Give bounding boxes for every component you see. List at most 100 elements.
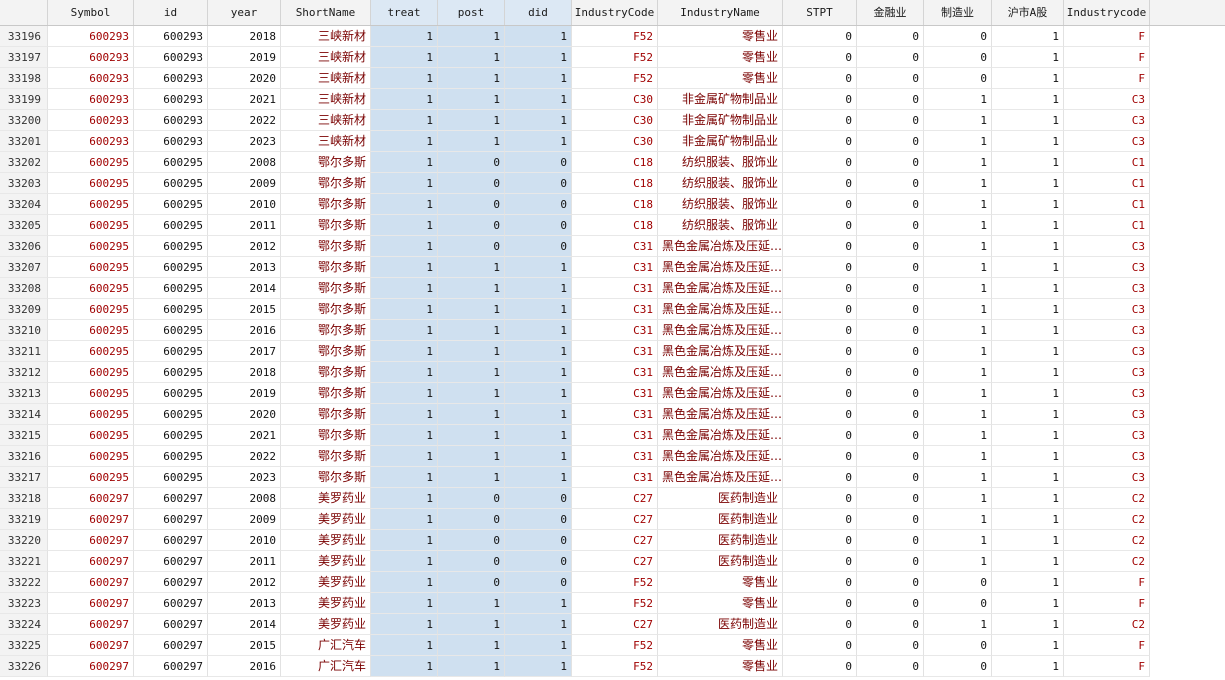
cell-industrycode2[interactable]: C1 (1064, 194, 1150, 215)
table-row[interactable]: 33215 600295 600295 2021 鄂尔多斯 1 1 1 C31 黑色金属冶炼及压延… (0, 425, 1225, 446)
cell-finance[interactable]: 0 (857, 215, 924, 236)
cell-manufacturing[interactable]: 1 (924, 131, 992, 152)
cell-symbol[interactable]: 600297 (48, 572, 134, 593)
cell-sh-a-share[interactable]: 1 (992, 551, 1064, 572)
row-number[interactable]: 33219 (0, 509, 48, 530)
table-row[interactable]: 33210 600295 600295 2016 鄂尔多斯 1 1 1 C31 黑色金属冶炼及压延… (0, 320, 1225, 341)
col-header-finance[interactable]: 金融业 (857, 0, 924, 25)
cell-id[interactable]: 600295 (134, 467, 208, 488)
cell-did[interactable]: 0 (505, 194, 572, 215)
row-number[interactable]: 33223 (0, 593, 48, 614)
cell-sh-a-share[interactable]: 1 (992, 656, 1064, 677)
cell-symbol[interactable]: 600295 (48, 425, 134, 446)
cell-sh-a-share[interactable]: 1 (992, 152, 1064, 173)
col-header-treat[interactable]: treat (371, 0, 438, 25)
cell-treat[interactable]: 1 (371, 173, 438, 194)
row-number[interactable]: 33216 (0, 446, 48, 467)
col-header-industrycode[interactable]: IndustryCode (572, 0, 658, 25)
cell-industrycode[interactable]: C18 (572, 215, 658, 236)
cell-treat[interactable]: 1 (371, 68, 438, 89)
cell-year[interactable]: 2019 (208, 383, 281, 404)
cell-year[interactable]: 2023 (208, 131, 281, 152)
row-number[interactable]: 33215 (0, 425, 48, 446)
cell-industrycode[interactable]: C31 (572, 467, 658, 488)
cell-id[interactable]: 600293 (134, 68, 208, 89)
row-number[interactable]: 33218 (0, 488, 48, 509)
cell-manufacturing[interactable]: 1 (924, 173, 992, 194)
row-number[interactable]: 33225 (0, 635, 48, 656)
cell-sh-a-share[interactable]: 1 (992, 614, 1064, 635)
cell-sh-a-share[interactable]: 1 (992, 320, 1064, 341)
table-row[interactable]: 33217 600295 600295 2023 鄂尔多斯 1 1 1 C31 黑色金属冶炼及压延… (0, 467, 1225, 488)
cell-industryname[interactable]: 零售业 (658, 635, 783, 656)
cell-sh-a-share[interactable]: 1 (992, 110, 1064, 131)
cell-stpt[interactable]: 0 (783, 551, 857, 572)
row-number[interactable]: 33202 (0, 152, 48, 173)
cell-year[interactable]: 2010 (208, 530, 281, 551)
cell-industryname[interactable]: 纺织服装、服饰业 (658, 215, 783, 236)
cell-sh-a-share[interactable]: 1 (992, 467, 1064, 488)
cell-manufacturing[interactable]: 1 (924, 425, 992, 446)
table-row[interactable]: 33226 600297 600297 2016 广汇汽车 1 1 1 F52 零售业 0 0 0 1 F (0, 656, 1225, 677)
cell-post[interactable]: 0 (438, 530, 505, 551)
cell-shortname[interactable]: 鄂尔多斯 (281, 341, 371, 362)
cell-industryname[interactable]: 医药制造业 (658, 530, 783, 551)
row-number[interactable]: 33217 (0, 467, 48, 488)
row-number[interactable]: 33206 (0, 236, 48, 257)
cell-did[interactable]: 1 (505, 299, 572, 320)
cell-treat[interactable]: 1 (371, 131, 438, 152)
cell-year[interactable]: 2017 (208, 341, 281, 362)
table-row[interactable]: 33224 600297 600297 2014 美罗药业 1 1 1 C27 医药制造业 0 0 1 1… (0, 614, 1225, 635)
cell-stpt[interactable]: 0 (783, 572, 857, 593)
cell-industrycode2[interactable]: C2 (1064, 551, 1150, 572)
cell-shortname[interactable]: 鄂尔多斯 (281, 425, 371, 446)
cell-stpt[interactable]: 0 (783, 89, 857, 110)
cell-manufacturing[interactable]: 1 (924, 362, 992, 383)
cell-treat[interactable]: 1 (371, 194, 438, 215)
cell-manufacturing[interactable]: 1 (924, 110, 992, 131)
cell-year[interactable]: 2016 (208, 656, 281, 677)
cell-shortname[interactable]: 三峡新材 (281, 47, 371, 68)
cell-did[interactable]: 1 (505, 614, 572, 635)
cell-manufacturing[interactable]: 1 (924, 194, 992, 215)
cell-industryname[interactable]: 零售业 (658, 26, 783, 47)
cell-industrycode[interactable]: C31 (572, 425, 658, 446)
cell-finance[interactable]: 0 (857, 299, 924, 320)
cell-symbol[interactable]: 600293 (48, 110, 134, 131)
cell-post[interactable]: 1 (438, 68, 505, 89)
cell-finance[interactable]: 0 (857, 509, 924, 530)
cell-did[interactable]: 1 (505, 362, 572, 383)
row-number[interactable]: 33226 (0, 656, 48, 677)
cell-did[interactable]: 1 (505, 89, 572, 110)
cell-year[interactable]: 2020 (208, 404, 281, 425)
cell-finance[interactable]: 0 (857, 341, 924, 362)
cell-stpt[interactable]: 0 (783, 593, 857, 614)
cell-finance[interactable]: 0 (857, 89, 924, 110)
cell-industryname[interactable]: 零售业 (658, 572, 783, 593)
cell-industrycode[interactable]: C27 (572, 509, 658, 530)
cell-id[interactable]: 600295 (134, 299, 208, 320)
col-header-did[interactable]: did (505, 0, 572, 25)
cell-symbol[interactable]: 600293 (48, 131, 134, 152)
cell-stpt[interactable]: 0 (783, 404, 857, 425)
cell-id[interactable]: 600293 (134, 47, 208, 68)
cell-industrycode[interactable]: C27 (572, 488, 658, 509)
cell-treat[interactable]: 1 (371, 635, 438, 656)
cell-manufacturing[interactable]: 0 (924, 26, 992, 47)
row-number[interactable]: 33207 (0, 257, 48, 278)
cell-industrycode2[interactable]: C3 (1064, 446, 1150, 467)
cell-year[interactable]: 2015 (208, 299, 281, 320)
cell-industrycode2[interactable]: C3 (1064, 257, 1150, 278)
cell-year[interactable]: 2013 (208, 593, 281, 614)
cell-stpt[interactable]: 0 (783, 509, 857, 530)
cell-id[interactable]: 600297 (134, 551, 208, 572)
cell-manufacturing[interactable]: 1 (924, 257, 992, 278)
cell-treat[interactable]: 1 (371, 404, 438, 425)
cell-treat[interactable]: 1 (371, 152, 438, 173)
cell-industrycode2[interactable]: F (1064, 572, 1150, 593)
cell-symbol[interactable]: 600293 (48, 68, 134, 89)
cell-industrycode[interactable]: C31 (572, 236, 658, 257)
cell-id[interactable]: 600297 (134, 488, 208, 509)
cell-industrycode[interactable]: C18 (572, 152, 658, 173)
cell-did[interactable]: 1 (505, 257, 572, 278)
